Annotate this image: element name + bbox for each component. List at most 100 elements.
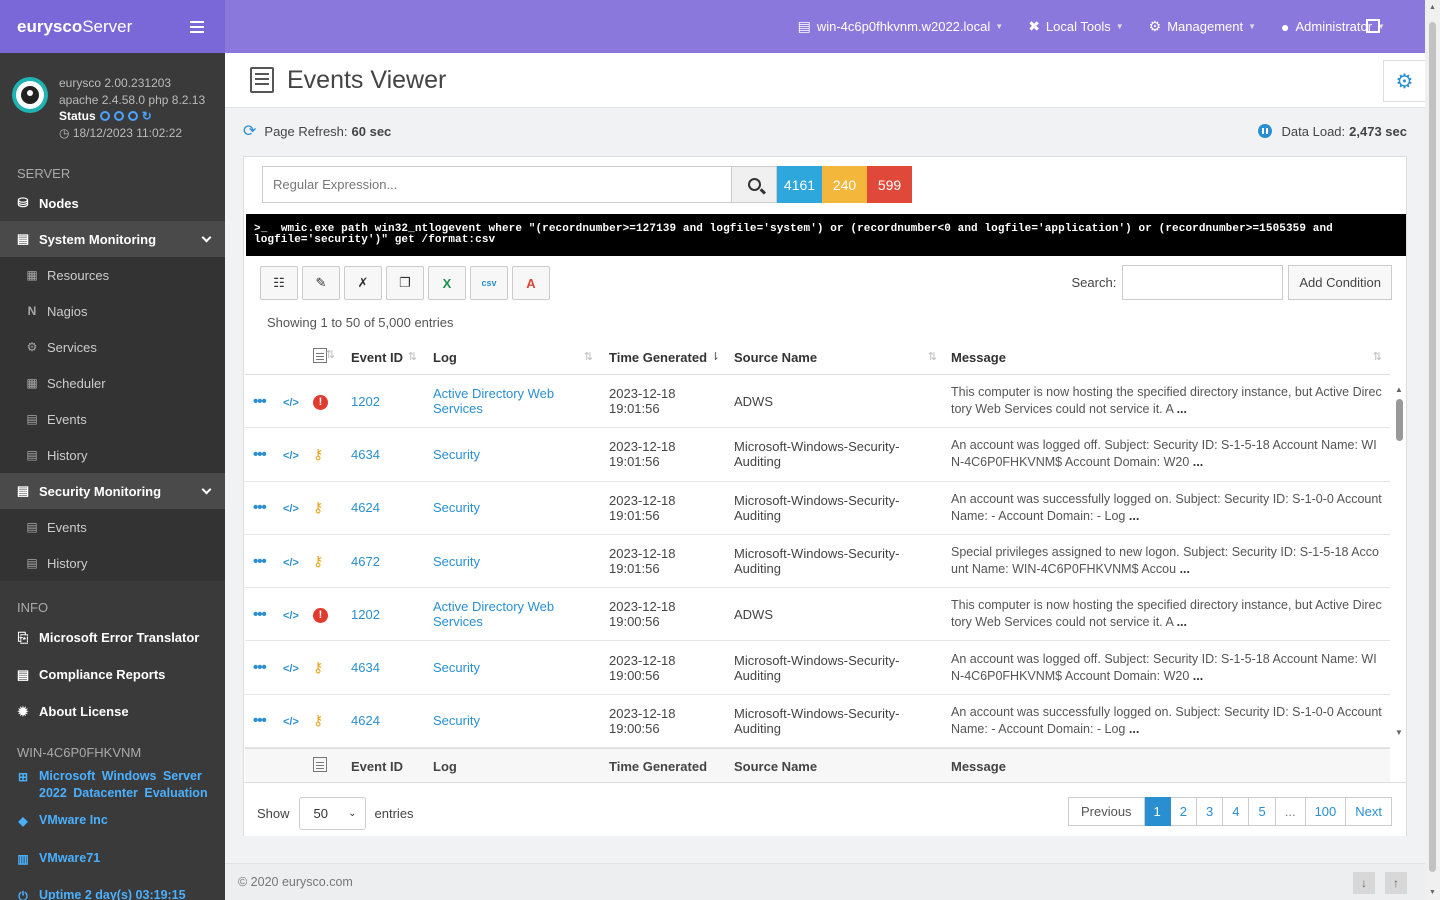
table-row[interactable]: ••• </> ⚷ 4634 Security 2023-12-18 19:01:56 Mi… [245, 428, 1390, 482]
pagination-page[interactable]: 3 [1197, 797, 1224, 826]
message-more[interactable]: ... [1129, 509, 1139, 523]
log-link[interactable]: Security [433, 500, 480, 515]
fullscreen-icon[interactable] [1366, 19, 1380, 33]
event-id-link[interactable]: 4634 [351, 660, 380, 675]
sidebar-item-security-monitoring[interactable]: ▤ Security Monitoring [0, 473, 225, 509]
sidebar-item-nodes[interactable]: ⛁ Nodes [0, 185, 225, 221]
pagination-next[interactable]: Next [1346, 797, 1392, 826]
code-icon[interactable]: </> [283, 450, 299, 462]
event-id-link[interactable]: 1202 [351, 394, 380, 409]
header-event-id[interactable]: Event ID ⇅ [343, 350, 425, 365]
pagination-page[interactable]: 1 [1144, 797, 1171, 826]
count-warning-badge[interactable]: 240 [822, 166, 867, 203]
table-row[interactable]: ••• </>! 1202 Active Directory Web Services… [245, 375, 1390, 429]
sidebar-item-scheduler[interactable]: ▦ Scheduler [0, 365, 225, 401]
details-icon[interactable]: ••• [253, 659, 267, 676]
sidebar-item-services[interactable]: ⚙ Services [0, 329, 225, 365]
local-tools-menu[interactable]: ✖ Local Tools ▼ [1028, 18, 1123, 35]
message-more[interactable]: ... [1177, 615, 1187, 629]
message-more[interactable]: ... [1193, 455, 1203, 469]
menu-toggle-icon[interactable] [190, 20, 204, 33]
sidebar-item-security-events[interactable]: ▤ Events [0, 509, 225, 545]
header-time-generated[interactable]: Time Generated ⇂ [601, 350, 728, 365]
log-link[interactable]: Active Directory Web Services [433, 599, 554, 629]
regex-input[interactable] [262, 166, 732, 203]
pagination-page[interactable]: 100 [1305, 797, 1347, 826]
table-scrollbar[interactable]: ▲ ▼ [1392, 381, 1406, 741]
code-icon[interactable]: </> [283, 397, 299, 409]
table-row[interactable]: ••• </> ⚷ 4624 Security 2023-12-18 19:00:56 Mi… [245, 695, 1390, 749]
pagination-page[interactable]: 2 [1170, 797, 1198, 826]
log-link[interactable]: Security [433, 713, 480, 728]
sidebar-item-about-license[interactable]: ✹ About License [0, 693, 225, 730]
export-csv-button[interactable]: csv [470, 266, 508, 300]
pagination-page[interactable]: 4 [1223, 797, 1250, 826]
sidebar-item-nagios[interactable]: N Nagios [0, 293, 225, 329]
sidebar-item-resources[interactable]: ▦ Resources [0, 257, 225, 293]
count-info-badge[interactable]: 4161 [777, 166, 822, 203]
sidebar-item-history[interactable]: ▤ History [0, 437, 225, 473]
refresh-icon[interactable]: ⟳ [243, 121, 256, 141]
status-sync-icon[interactable] [113, 111, 124, 122]
header-source-name[interactable]: Source Name ⇅ [728, 350, 945, 365]
table-row[interactable]: ••• </> ⚷ 4672 Security 2023-12-18 19:01:56 Mi… [245, 535, 1390, 589]
event-id-link[interactable]: 4624 [351, 713, 380, 728]
code-icon[interactable]: </> [283, 557, 299, 569]
details-icon[interactable]: ••• [253, 499, 267, 516]
table-search-input[interactable] [1122, 265, 1284, 300]
pagination-previous[interactable]: Previous [1067, 797, 1145, 826]
details-icon[interactable]: ••• [253, 553, 267, 570]
page-length-select[interactable]: 50 ⌄ [298, 797, 366, 830]
export-pdf-button[interactable]: A [512, 266, 550, 300]
pagination-page[interactable]: 5 [1249, 797, 1276, 826]
clear-view-button[interactable]: ✗ [344, 266, 382, 300]
sidebar-item-compliance-reports[interactable]: ▤ Compliance Reports [0, 656, 225, 693]
details-icon[interactable]: ••• [253, 446, 267, 463]
message-more[interactable]: ... [1193, 669, 1203, 683]
table-row[interactable]: ••• </> ⚷ 4634 Security 2023-12-18 19:00:56 Mi… [245, 641, 1390, 695]
host-menu[interactable]: ▤ win-4c6p0fhkvnm.w2022.local ▼ [798, 18, 1004, 35]
message-more[interactable]: ... [1180, 562, 1190, 576]
export-excel-button[interactable]: X [428, 266, 466, 300]
pause-icon[interactable] [1257, 124, 1272, 138]
table-row[interactable]: ••• </> ⚷ 4624 Security 2023-12-18 19:01:56 Mi… [245, 482, 1390, 535]
status-agent-icon[interactable] [127, 111, 138, 122]
code-icon[interactable]: </> [283, 503, 299, 515]
search-button[interactable] [732, 166, 777, 203]
settings-gear-button[interactable]: ⚙ [1383, 60, 1425, 102]
management-menu[interactable]: ⚙ Management ▼ [1149, 18, 1256, 35]
table-row[interactable]: ••• </>! 1202 Active Directory Web Services… [245, 588, 1390, 642]
details-icon[interactable]: ••• [253, 606, 267, 623]
sidebar-item-system-monitoring[interactable]: ▤ System Monitoring [0, 221, 225, 257]
event-id-link[interactable]: 1202 [351, 607, 380, 622]
sidebar-item-events[interactable]: ▤ Events [0, 401, 225, 437]
details-icon[interactable]: ••• [253, 712, 267, 729]
save-view-button[interactable]: ✎ [302, 266, 340, 300]
message-more[interactable]: ... [1177, 402, 1187, 416]
column-icon-header[interactable]: ⇅ [309, 348, 343, 366]
status-refresh-icon[interactable]: ↻ [142, 108, 152, 125]
scroll-bottom-button[interactable]: ↓ [1353, 872, 1375, 894]
scroll-top-button[interactable]: ↑ [1385, 872, 1407, 894]
brand-logo-text[interactable]: euryscoServer [17, 17, 132, 37]
event-id-link[interactable]: 4634 [351, 447, 380, 462]
log-link[interactable]: Security [433, 554, 480, 569]
header-message[interactable]: Message ⇅ [945, 350, 1390, 365]
code-icon[interactable]: </> [283, 663, 299, 675]
status-service-icon[interactable] [99, 111, 110, 122]
log-link[interactable]: Active Directory Web Services [433, 386, 554, 416]
copy-button[interactable]: ❐ [386, 266, 424, 300]
event-id-link[interactable]: 4624 [351, 500, 380, 515]
event-id-link[interactable]: 4672 [351, 554, 380, 569]
details-icon[interactable]: ••• [253, 393, 267, 410]
code-icon[interactable]: </> [283, 610, 299, 622]
code-icon[interactable]: </> [283, 716, 299, 728]
window-scrollbar[interactable]: ▲ ▼ [1425, 0, 1440, 900]
message-more[interactable]: ... [1129, 722, 1139, 736]
sidebar-item-error-translator[interactable]: ⎘ Microsoft Error Translator [0, 619, 225, 656]
sidebar-item-security-history[interactable]: ▤ History [0, 545, 225, 581]
header-log[interactable]: Log ⇅ [425, 350, 601, 365]
column-visibility-button[interactable]: ☷ [260, 266, 298, 300]
count-error-badge[interactable]: 599 [867, 166, 912, 203]
log-link[interactable]: Security [433, 447, 480, 462]
